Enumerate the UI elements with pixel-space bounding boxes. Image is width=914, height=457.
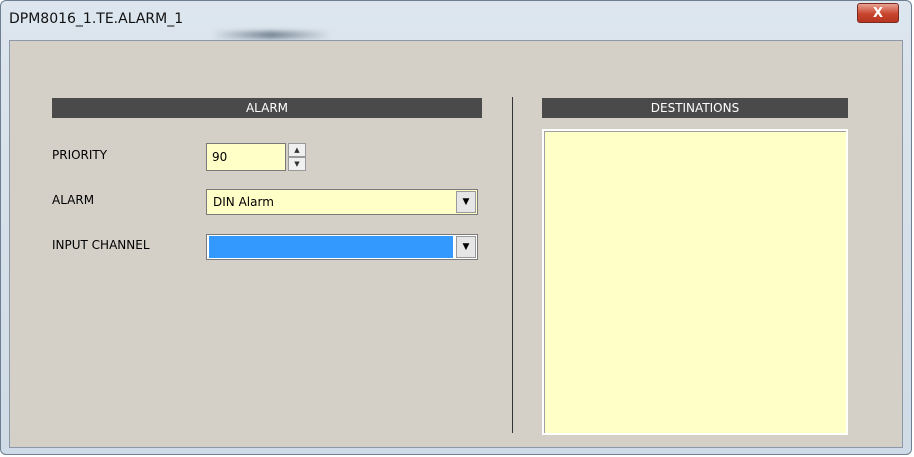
section-divider — [512, 97, 513, 433]
priority-stepper[interactable]: 90 ▲ ▼ — [206, 143, 308, 171]
alarm-select[interactable]: DIN Alarm ▼ — [206, 189, 478, 215]
window-title: DPM8016_1.TE.ALARM_1 — [9, 11, 184, 27]
priority-stepper-buttons: ▲ ▼ — [288, 143, 306, 171]
dialog-window: DPM8016_1.TE.ALARM_1 X ALARM PRIORITY 90… — [0, 0, 912, 455]
input-channel-select[interactable]: ▼ — [206, 234, 478, 260]
priority-input[interactable]: 90 — [206, 143, 286, 171]
close-icon: X — [872, 5, 884, 21]
priority-label: PRIORITY — [52, 148, 108, 162]
input-channel-select-value — [209, 236, 453, 258]
destinations-list[interactable] — [542, 129, 848, 435]
alarm-section-header: ALARM — [52, 98, 482, 118]
stepper-down-icon[interactable]: ▼ — [288, 157, 306, 171]
alarm-label: ALARM — [52, 193, 95, 207]
stepper-up-icon[interactable]: ▲ — [288, 143, 306, 157]
destinations-section-header: DESTINATIONS — [542, 98, 848, 118]
input-channel-label: INPUT CHANNEL — [52, 238, 150, 252]
dropdown-arrow-icon[interactable]: ▼ — [456, 236, 476, 258]
dropdown-arrow-icon[interactable]: ▼ — [456, 191, 476, 213]
close-button[interactable]: X — [857, 3, 899, 23]
title-redacted-blur — [211, 31, 331, 39]
title-bar[interactable]: DPM8016_1.TE.ALARM_1 X — [1, 1, 911, 39]
alarm-select-value: DIN Alarm — [213, 195, 274, 209]
dialog-client-area: ALARM PRIORITY 90 ▲ ▼ ALARM DIN Alarm ▼ … — [9, 40, 903, 448]
